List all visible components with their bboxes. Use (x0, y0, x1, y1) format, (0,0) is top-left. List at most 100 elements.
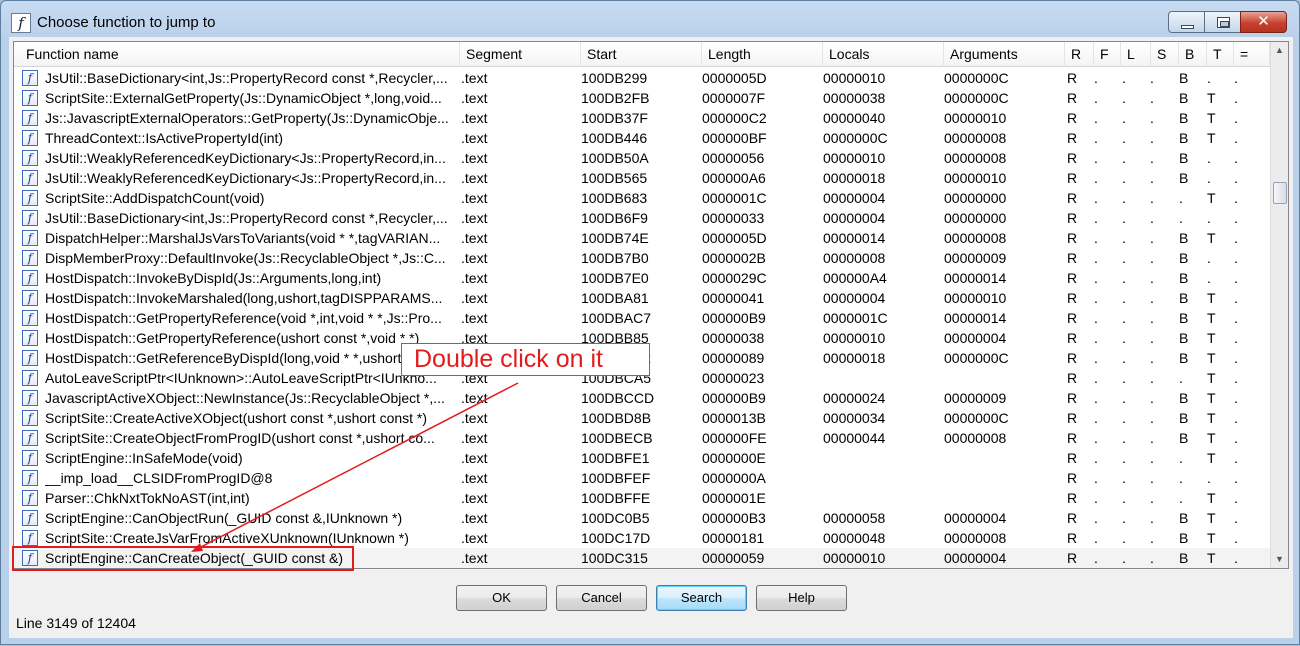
function-f-icon: f (22, 510, 38, 526)
scroll-thumb[interactable] (1273, 182, 1287, 204)
cell-arguments: 00000008 (944, 430, 1007, 446)
table-row[interactable]: f JsUtil::BaseDictionary<int,Js::Property… (14, 68, 1270, 88)
cell-locals: 00000040 (823, 110, 886, 126)
cell-eq: . (1234, 370, 1238, 386)
cell-start: 100DBB85 (581, 330, 649, 346)
cell-r: R (1067, 190, 1078, 206)
table-row[interactable]: f ScriptSite::CreateObjectFromProgID(usho… (14, 428, 1270, 448)
column-header-b[interactable]: B (1179, 42, 1207, 67)
search-button[interactable]: Search (656, 585, 747, 611)
table-row[interactable]: f HostDispatch::GetPropertyReference(usho… (14, 328, 1270, 348)
cell-eq: . (1234, 90, 1238, 106)
function-f-icon: f (22, 490, 38, 506)
function-list[interactable]: Function name Segment Start Length Locals Arg… (13, 41, 1289, 569)
cell-locals: 00000014 (823, 230, 886, 246)
cell-arguments: 0000000C (944, 70, 1009, 86)
cell-b: B (1179, 130, 1189, 146)
column-header-f[interactable]: F (1094, 42, 1121, 67)
cell-function-name: ScriptEngine::CanCreateObject(_GUID cons… (45, 550, 344, 566)
table-row[interactable]: f ScriptEngine::CanObjectRun(_GUID const … (14, 508, 1270, 528)
cell-function-name: ScriptSite::CreateJsVarFromActiveXUnknow… (45, 530, 409, 546)
column-header-arguments[interactable]: Arguments (944, 42, 1065, 67)
close-button[interactable]: ✕ (1240, 11, 1287, 33)
cell-b: B (1179, 510, 1189, 526)
table-row[interactable]: f Js::JavascriptExternalOperators::GetPro… (14, 108, 1270, 128)
table-row[interactable]: f DispMemberProxy::DefaultInvoke(Js::Recy… (14, 248, 1270, 268)
cell-s: . (1150, 250, 1154, 266)
column-header-length[interactable]: Length (702, 42, 823, 67)
cell-locals: 00000024 (823, 390, 886, 406)
cell-arguments: 00000004 (944, 510, 1007, 526)
cell-segment: .text (461, 130, 488, 146)
column-header-function-name[interactable]: Function name (20, 42, 460, 67)
cell-r: R (1067, 230, 1078, 246)
cancel-button[interactable]: Cancel (556, 585, 647, 611)
column-header-start[interactable]: Start (581, 42, 702, 67)
table-row[interactable]: f ThreadContext::IsActivePropertyId(int).… (14, 128, 1270, 148)
table-row[interactable]: f Parser::ChkNxtTokNoAST(int,int) .text 100… (14, 488, 1270, 508)
cell-b: B (1179, 410, 1189, 426)
table-row[interactable]: f AutoLeaveScriptPtr<IUnknown>::AutoLeave… (14, 368, 1270, 388)
cell-segment: .text (461, 430, 488, 446)
table-row[interactable]: f HostDispatch::GetPropertyReference(void… (14, 308, 1270, 328)
cell-function-name: ScriptEngine::CanObjectRun(_GUID const &… (45, 510, 403, 526)
column-header-s[interactable]: S (1151, 42, 1179, 67)
function-f-icon: f (22, 330, 38, 346)
cell-length: 00000089 (702, 350, 765, 366)
column-header-locals[interactable]: Locals (823, 42, 944, 67)
cell-function-name: JsUtil::BaseDictionary<int,Js::PropertyR… (45, 210, 448, 226)
table-row[interactable]: f HostDispatch::GetReferenceByDispId(long… (14, 348, 1270, 368)
table-row[interactable]: f DispatchHelper::MarshalJsVarsToVariants… (14, 228, 1270, 248)
column-header-t[interactable]: T (1207, 42, 1234, 67)
cell-arguments (944, 468, 1062, 488)
vertical-scrollbar[interactable]: ▲ ▼ (1270, 42, 1288, 568)
cell-eq: . (1234, 530, 1238, 546)
cell-locals: 00000034 (823, 410, 886, 426)
cell-arguments (944, 448, 1062, 468)
table-row-selected[interactable]: f ScriptEngine::CanCreateObject(_GUID con… (14, 548, 1270, 568)
table-row[interactable]: f ScriptSite::CreateActiveXObject(ushort … (14, 408, 1270, 428)
function-f-icon: f (22, 130, 38, 146)
cell-f: . (1094, 90, 1098, 106)
cell-r: R (1067, 150, 1078, 166)
cell-s: . (1150, 110, 1154, 126)
maximize-button[interactable] (1204, 11, 1241, 33)
cell-f: . (1094, 390, 1098, 406)
cell-function-name: DispatchHelper::MarshalJsVarsToVariants(… (45, 230, 441, 246)
table-row[interactable]: f __imp_load__CLSIDFromProgID@8 .text 100DB… (14, 468, 1270, 488)
column-header-l[interactable]: L (1121, 42, 1151, 67)
cell-t: T (1207, 490, 1216, 506)
cell-t: . (1207, 70, 1211, 86)
cell-l: . (1122, 550, 1126, 566)
cell-l: . (1122, 90, 1126, 106)
column-header-segment[interactable]: Segment (460, 42, 581, 67)
table-row[interactable]: f ScriptSite::ExternalGetProperty(Js::Dyn… (14, 88, 1270, 108)
table-row[interactable]: f ScriptEngine::InSafeMode(void) .text 100D… (14, 448, 1270, 468)
table-row[interactable]: f ScriptSite::AddDispatchCount(void) .text… (14, 188, 1270, 208)
cell-eq: . (1234, 330, 1238, 346)
function-f-icon: f (22, 530, 38, 546)
cell-t: T (1207, 130, 1216, 146)
scroll-up-icon[interactable]: ▲ (1271, 42, 1288, 59)
minimize-button[interactable] (1168, 11, 1205, 33)
cell-arguments: 00000010 (944, 290, 1007, 306)
cell-start: 100DC315 (581, 550, 648, 566)
function-f-icon: f (22, 370, 38, 386)
table-row[interactable]: f JavascriptActiveXObject::NewInstance(Js… (14, 388, 1270, 408)
column-header-r[interactable]: R (1065, 42, 1094, 67)
function-f-icon: f (22, 210, 38, 226)
table-row[interactable]: f JsUtil::BaseDictionary<int,Js::Property… (14, 208, 1270, 228)
column-header-eq[interactable]: = (1234, 42, 1270, 67)
ok-button[interactable]: OK (456, 585, 547, 611)
scroll-down-icon[interactable]: ▼ (1271, 551, 1288, 568)
help-button[interactable]: Help (756, 585, 847, 611)
table-row[interactable]: f ScriptSite::CreateJsVarFromActiveXUnkno… (14, 528, 1270, 548)
cell-length: 000000B9 (702, 310, 766, 326)
table-row[interactable]: f HostDispatch::InvokeMarshaled(long,usho… (14, 288, 1270, 308)
cell-s: . (1150, 430, 1154, 446)
cell-l: . (1122, 450, 1126, 466)
table-row[interactable]: f JsUtil::WeaklyReferencedKeyDictionary<J… (14, 168, 1270, 188)
cell-r: R (1067, 510, 1078, 526)
table-row[interactable]: f JsUtil::WeaklyReferencedKeyDictionary<J… (14, 148, 1270, 168)
table-row[interactable]: f HostDispatch::InvokeByDispId(Js::Argume… (14, 268, 1270, 288)
